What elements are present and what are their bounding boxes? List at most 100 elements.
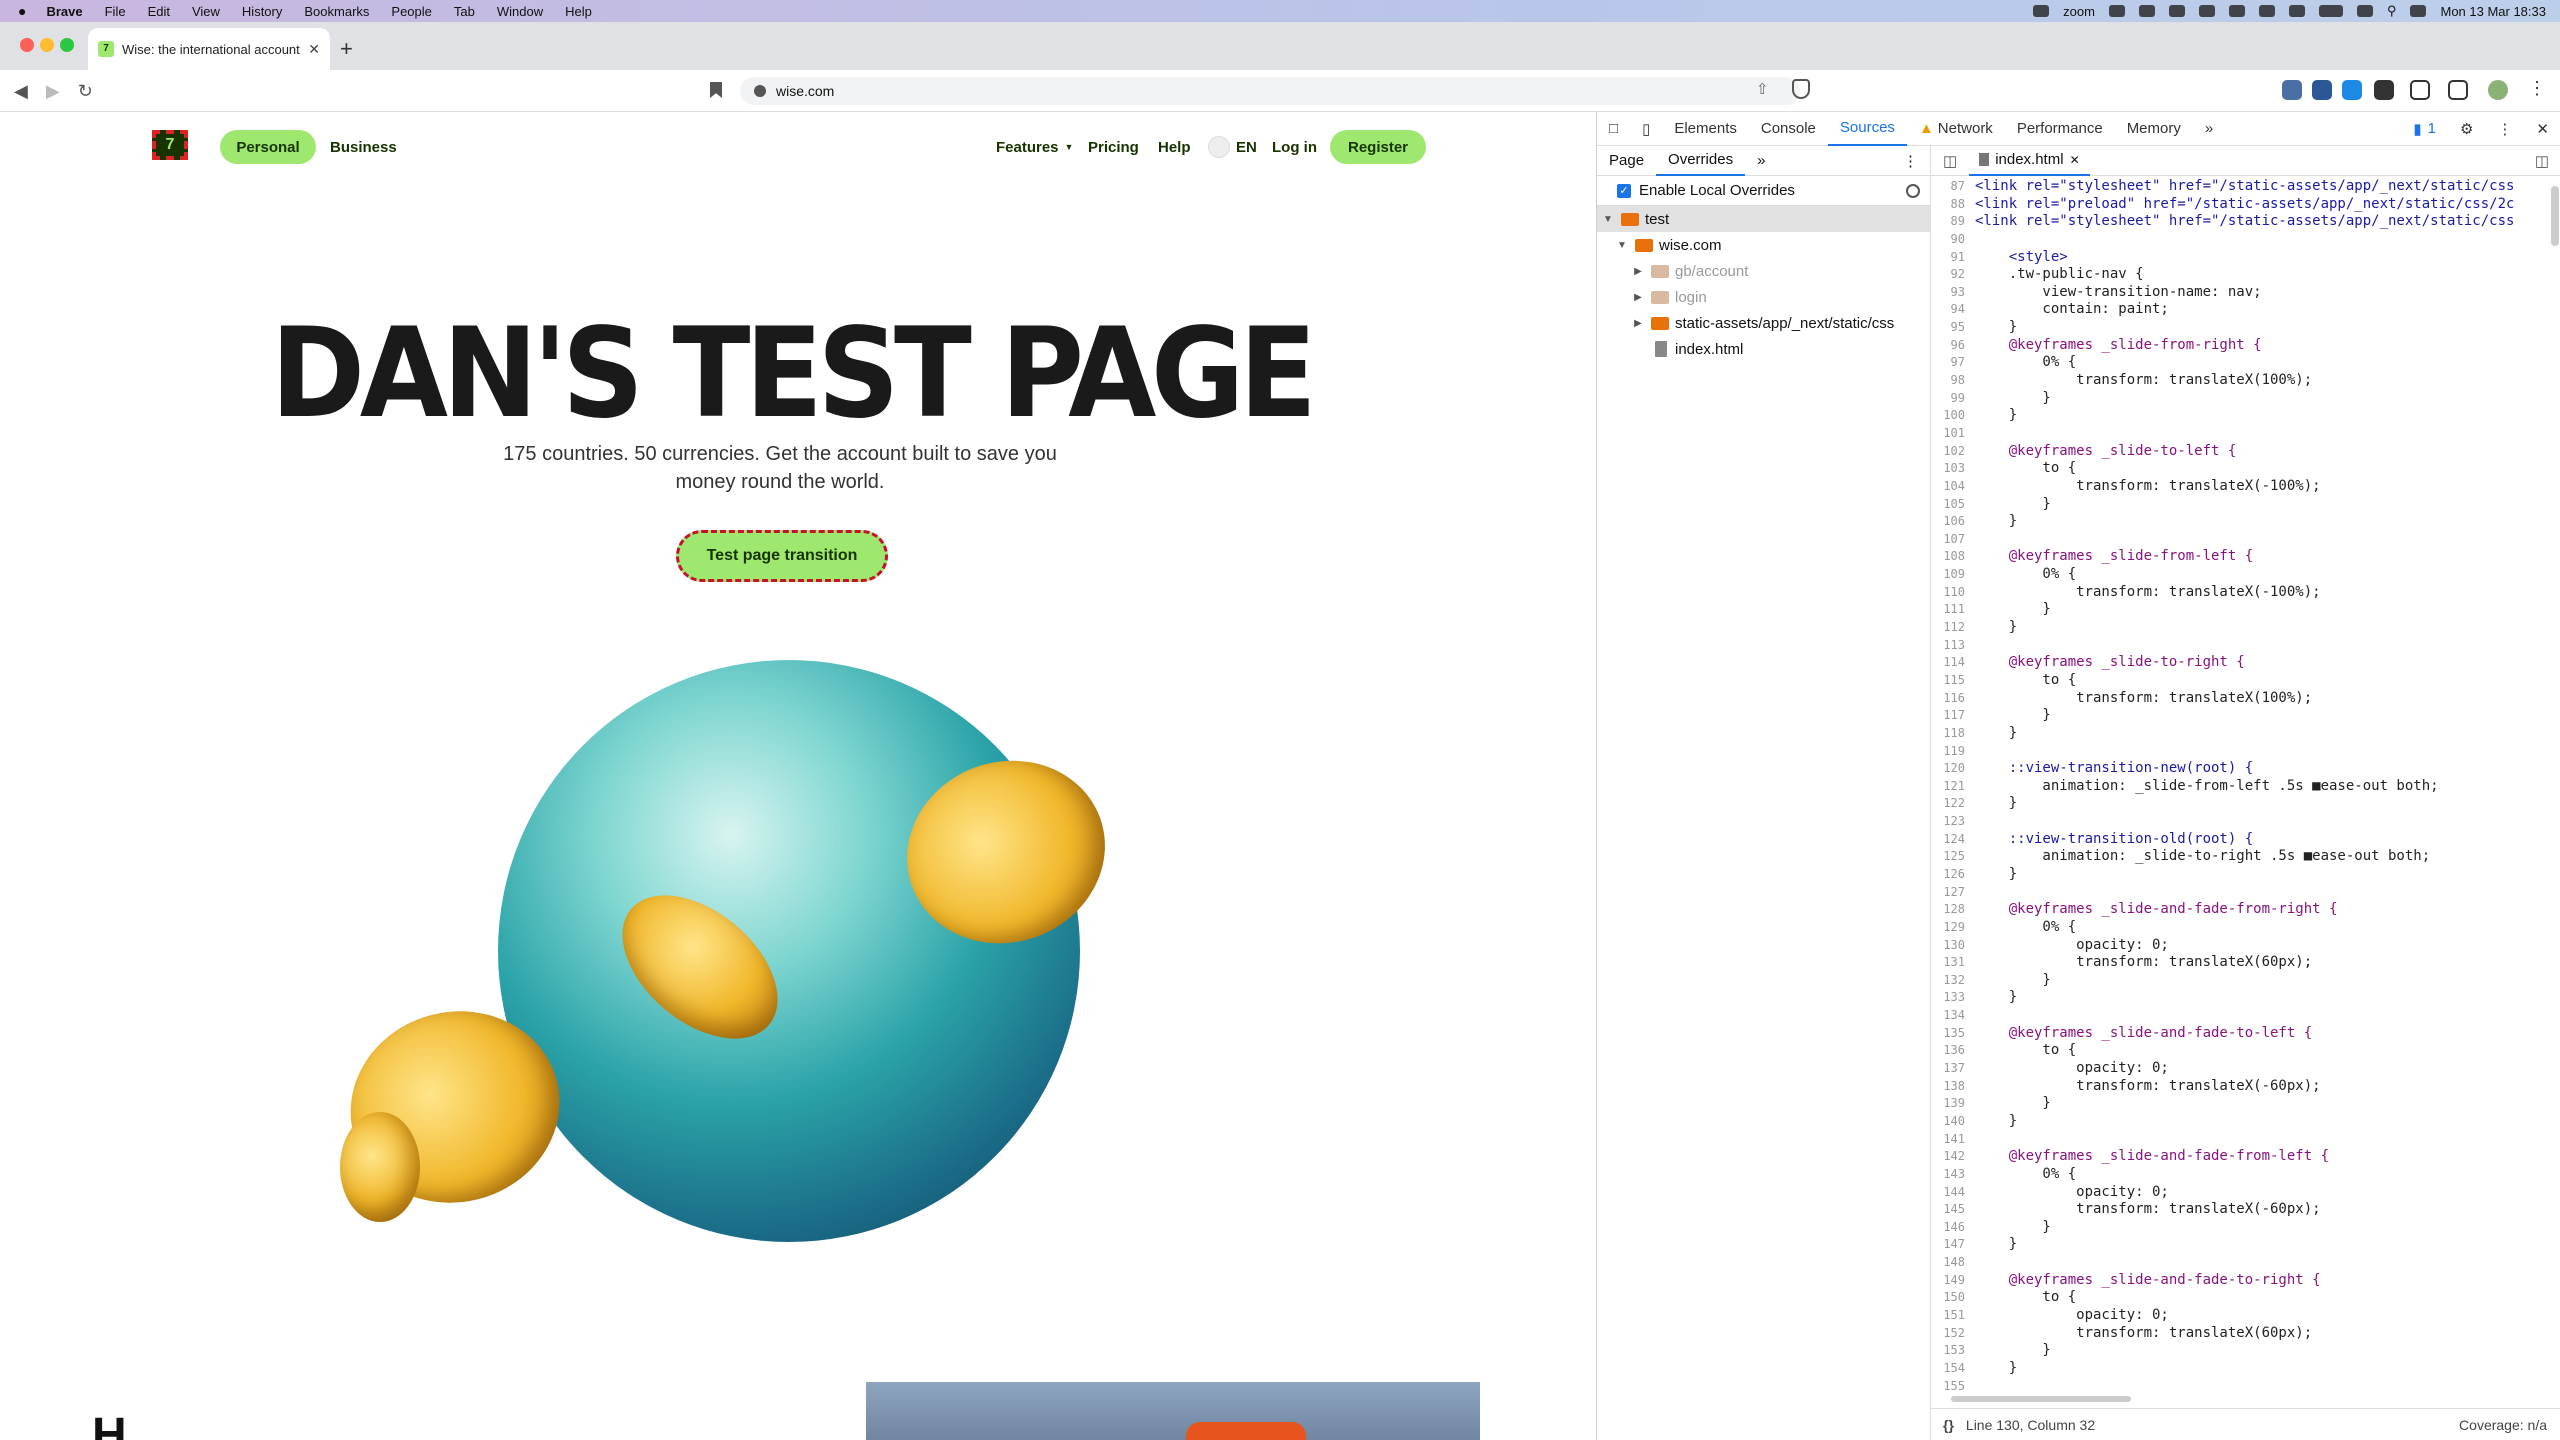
code-line[interactable]: 88 <link rel="preload" href="/static-asse… bbox=[1931, 196, 2549, 214]
code-text[interactable]: } bbox=[1975, 407, 2017, 425]
line-number[interactable]: 121 bbox=[1931, 778, 1975, 796]
volume-icon[interactable] bbox=[2258, 5, 2275, 17]
bluetooth-icon[interactable] bbox=[2288, 5, 2305, 17]
line-number[interactable]: 110 bbox=[1931, 584, 1975, 602]
code-text[interactable]: transform: translateX(60px); bbox=[1975, 1325, 2312, 1343]
code-line[interactable]: 150 to { bbox=[1931, 1289, 2549, 1307]
features-menu[interactable]: Features ▼ bbox=[996, 130, 1073, 164]
line-number[interactable]: 119 bbox=[1931, 743, 1975, 761]
code-line[interactable]: 105 } bbox=[1931, 496, 2549, 514]
status-icon[interactable] bbox=[2168, 5, 2185, 17]
line-number[interactable]: 107 bbox=[1931, 531, 1975, 549]
code-text[interactable]: animation: _slide-from-left .5s ■ease-ou… bbox=[1975, 778, 2438, 796]
share-icon[interactable]: ⇧ bbox=[1756, 80, 1769, 98]
code-line[interactable]: 133 } bbox=[1931, 989, 2549, 1007]
menu-history[interactable]: History bbox=[242, 4, 282, 19]
line-number[interactable]: 93 bbox=[1931, 284, 1975, 302]
code-line[interactable]: 103 to { bbox=[1931, 460, 2549, 478]
code-text[interactable]: animation: _slide-to-right .5s ■ease-out… bbox=[1975, 848, 2430, 866]
code-text[interactable]: @keyframes _slide-and-fade-to-right { bbox=[1975, 1272, 2321, 1290]
code-line[interactable]: 102 @keyframes _slide-to-left { bbox=[1931, 443, 2549, 461]
code-line[interactable]: 144 opacity: 0; bbox=[1931, 1184, 2549, 1202]
line-number[interactable]: 91 bbox=[1931, 249, 1975, 267]
code-line[interactable]: 113 bbox=[1931, 637, 2549, 655]
pricing-link[interactable]: Pricing bbox=[1088, 130, 1139, 164]
menu-file[interactable]: File bbox=[105, 4, 126, 19]
line-number[interactable]: 113 bbox=[1931, 637, 1975, 655]
expand-arrow-icon[interactable]: ▼ bbox=[1601, 214, 1615, 225]
inspect-element-icon[interactable]: □ bbox=[1597, 112, 1630, 146]
line-number[interactable]: 141 bbox=[1931, 1131, 1975, 1149]
menu-brave[interactable]: Brave bbox=[46, 4, 82, 19]
line-number[interactable]: 137 bbox=[1931, 1060, 1975, 1078]
code-line[interactable]: 128 @keyframes _slide-and-fade-from-righ… bbox=[1931, 901, 2549, 919]
tree-item-index-html[interactable]: index.html bbox=[1597, 336, 1930, 362]
line-number[interactable]: 143 bbox=[1931, 1166, 1975, 1184]
code-text[interactable]: transform: translateX(-60px); bbox=[1975, 1201, 2320, 1219]
code-text[interactable]: <link rel="preload" href="/static-assets… bbox=[1975, 196, 2514, 214]
code-text[interactable]: <style> bbox=[1975, 249, 2068, 267]
code-text[interactable]: @keyframes _slide-to-left { bbox=[1975, 443, 2237, 461]
code-text[interactable]: opacity: 0; bbox=[1975, 1184, 2169, 1202]
menu-tab[interactable]: Tab bbox=[454, 4, 475, 19]
toggle-debugger-icon[interactable]: ◫ bbox=[2523, 152, 2560, 170]
extension-icon[interactable] bbox=[2342, 80, 2362, 100]
test-page-transition-button[interactable]: Test page transition bbox=[676, 530, 888, 582]
line-number[interactable]: 144 bbox=[1931, 1184, 1975, 1202]
code-line[interactable]: 148 bbox=[1931, 1254, 2549, 1272]
line-number[interactable]: 153 bbox=[1931, 1342, 1975, 1360]
wise-logo[interactable]: 7 bbox=[152, 130, 188, 160]
menu-help[interactable]: Help bbox=[565, 4, 592, 19]
code-text[interactable]: } bbox=[1975, 1342, 2050, 1360]
code-text[interactable]: } bbox=[1975, 319, 2017, 337]
close-devtools-icon[interactable]: ✕ bbox=[2524, 112, 2560, 146]
code-text[interactable]: @keyframes _slide-to-right { bbox=[1975, 654, 2245, 672]
line-number[interactable]: 103 bbox=[1931, 460, 1975, 478]
extension-icon[interactable] bbox=[2282, 80, 2302, 100]
code-line[interactable]: 143 0% { bbox=[1931, 1166, 2549, 1184]
code-line[interactable]: 131 transform: translateX(60px); bbox=[1931, 954, 2549, 972]
code-line[interactable]: 100 } bbox=[1931, 407, 2549, 425]
tab-network[interactable]: ▲ Network bbox=[1907, 112, 2005, 146]
line-number[interactable]: 138 bbox=[1931, 1078, 1975, 1096]
line-number[interactable]: 146 bbox=[1931, 1219, 1975, 1237]
url-text[interactable]: wise.com bbox=[776, 83, 834, 99]
line-number[interactable]: 131 bbox=[1931, 954, 1975, 972]
code-line[interactable]: 96 @keyframes _slide-from-right { bbox=[1931, 337, 2549, 355]
tab-performance[interactable]: Performance bbox=[2005, 112, 2115, 146]
code-line[interactable]: 94 contain: paint; bbox=[1931, 301, 2549, 319]
code-text[interactable]: @keyframes _slide-and-fade-from-right { bbox=[1975, 901, 2338, 919]
line-number[interactable]: 88 bbox=[1931, 196, 1975, 214]
code-line[interactable]: 92 .tw-public-nav { bbox=[1931, 266, 2549, 284]
line-number[interactable]: 89 bbox=[1931, 213, 1975, 231]
line-number[interactable]: 125 bbox=[1931, 848, 1975, 866]
line-number[interactable]: 126 bbox=[1931, 866, 1975, 884]
code-text[interactable]: @keyframes _slide-and-fade-to-left { bbox=[1975, 1025, 2312, 1043]
code-line[interactable]: 122 } bbox=[1931, 795, 2549, 813]
code-line[interactable]: 149 @keyframes _slide-and-fade-to-right … bbox=[1931, 1272, 2549, 1290]
line-number[interactable]: 120 bbox=[1931, 760, 1975, 778]
code-text[interactable]: transform: translateX(100%); bbox=[1975, 372, 2312, 390]
personal-tab[interactable]: Personal bbox=[220, 130, 316, 164]
editor-vertical-scrollbar[interactable] bbox=[2551, 186, 2559, 246]
code-text[interactable]: } bbox=[1975, 707, 2050, 725]
login-link[interactable]: Log in bbox=[1272, 130, 1317, 164]
line-number[interactable]: 122 bbox=[1931, 795, 1975, 813]
code-line[interactable]: 98 transform: translateX(100%); bbox=[1931, 372, 2549, 390]
code-view[interactable]: 87 <link rel="stylesheet" href="/static-a… bbox=[1931, 178, 2549, 1398]
code-line[interactable]: 136 to { bbox=[1931, 1042, 2549, 1060]
sidebar-icon[interactable] bbox=[2410, 80, 2430, 100]
line-number[interactable]: 132 bbox=[1931, 972, 1975, 990]
line-number[interactable]: 149 bbox=[1931, 1272, 1975, 1290]
code-line[interactable]: 137 opacity: 0; bbox=[1931, 1060, 2549, 1078]
line-number[interactable]: 128 bbox=[1931, 901, 1975, 919]
code-line[interactable]: 134 bbox=[1931, 1007, 2549, 1025]
code-text[interactable]: } bbox=[1975, 496, 2050, 514]
code-text[interactable]: transform: translateX(100%); bbox=[1975, 690, 2312, 708]
collapse-arrow-icon[interactable]: ▶ bbox=[1631, 292, 1645, 303]
code-text[interactable]: opacity: 0; bbox=[1975, 937, 2169, 955]
code-text[interactable]: to { bbox=[1975, 1042, 2076, 1060]
subtab-overrides[interactable]: Overrides bbox=[1656, 146, 1746, 176]
editor-tab-index-html[interactable]: index.html ✕ bbox=[1969, 146, 2090, 176]
code-line[interactable]: 124 ::view-transition-old(root) { bbox=[1931, 831, 2549, 849]
